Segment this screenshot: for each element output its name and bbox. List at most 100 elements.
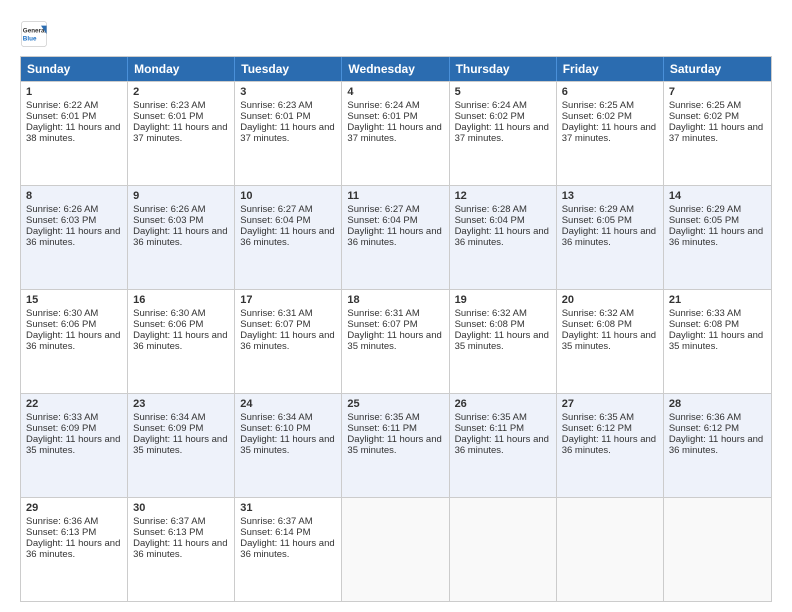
day-number: 17 (240, 294, 336, 306)
day-number: 25 (347, 398, 443, 410)
sunrise-text: Sunrise: 6:35 AM (455, 412, 527, 423)
calendar-cell: 12Sunrise: 6:28 AMSunset: 6:04 PMDayligh… (450, 186, 557, 289)
sunset-text: Sunset: 6:08 PM (669, 319, 739, 330)
sunset-text: Sunset: 6:01 PM (26, 111, 96, 122)
calendar-row: 29Sunrise: 6:36 AMSunset: 6:13 PMDayligh… (21, 497, 771, 601)
calendar-cell: 29Sunrise: 6:36 AMSunset: 6:13 PMDayligh… (21, 498, 128, 601)
day-number: 8 (26, 190, 122, 202)
svg-text:General: General (23, 28, 47, 35)
logo-icon: General Blue (20, 20, 48, 48)
daylight-text: Daylight: 11 hours and 37 minutes. (240, 122, 334, 144)
day-number: 24 (240, 398, 336, 410)
sunrise-text: Sunrise: 6:27 AM (347, 204, 419, 215)
sunset-text: Sunset: 6:02 PM (455, 111, 525, 122)
calendar-cell: 24Sunrise: 6:34 AMSunset: 6:10 PMDayligh… (235, 394, 342, 497)
sunset-text: Sunset: 6:14 PM (240, 527, 310, 538)
sunset-text: Sunset: 6:02 PM (562, 111, 632, 122)
sunset-text: Sunset: 6:09 PM (133, 423, 203, 434)
sunset-text: Sunset: 6:01 PM (347, 111, 417, 122)
sunset-text: Sunset: 6:08 PM (562, 319, 632, 330)
sunset-text: Sunset: 6:06 PM (133, 319, 203, 330)
sunrise-text: Sunrise: 6:31 AM (347, 308, 419, 319)
sunset-text: Sunset: 6:03 PM (133, 215, 203, 226)
day-number: 9 (133, 190, 229, 202)
calendar-cell: 31Sunrise: 6:37 AMSunset: 6:14 PMDayligh… (235, 498, 342, 601)
daylight-text: Daylight: 11 hours and 36 minutes. (455, 226, 549, 248)
sunrise-text: Sunrise: 6:22 AM (26, 100, 98, 111)
sunrise-text: Sunrise: 6:26 AM (26, 204, 98, 215)
daylight-text: Daylight: 11 hours and 36 minutes. (26, 226, 120, 248)
day-number: 5 (455, 86, 551, 98)
sunset-text: Sunset: 6:05 PM (562, 215, 632, 226)
calendar-cell: 25Sunrise: 6:35 AMSunset: 6:11 PMDayligh… (342, 394, 449, 497)
sunrise-text: Sunrise: 6:28 AM (455, 204, 527, 215)
day-number: 13 (562, 190, 658, 202)
calendar-cell: 18Sunrise: 6:31 AMSunset: 6:07 PMDayligh… (342, 290, 449, 393)
day-number: 23 (133, 398, 229, 410)
calendar-cell: 7Sunrise: 6:25 AMSunset: 6:02 PMDaylight… (664, 82, 771, 185)
sunrise-text: Sunrise: 6:35 AM (347, 412, 419, 423)
calendar-cell: 9Sunrise: 6:26 AMSunset: 6:03 PMDaylight… (128, 186, 235, 289)
day-number: 18 (347, 294, 443, 306)
calendar-row: 15Sunrise: 6:30 AMSunset: 6:06 PMDayligh… (21, 289, 771, 393)
header-monday: Monday (128, 57, 235, 81)
daylight-text: Daylight: 11 hours and 36 minutes. (133, 330, 227, 352)
day-number: 27 (562, 398, 658, 410)
sunrise-text: Sunrise: 6:35 AM (562, 412, 634, 423)
daylight-text: Daylight: 11 hours and 36 minutes. (133, 538, 227, 560)
sunrise-text: Sunrise: 6:26 AM (133, 204, 205, 215)
daylight-text: Daylight: 11 hours and 36 minutes. (26, 538, 120, 560)
header-sunday: Sunday (21, 57, 128, 81)
calendar-cell (450, 498, 557, 601)
header-friday: Friday (557, 57, 664, 81)
calendar-cell: 6Sunrise: 6:25 AMSunset: 6:02 PMDaylight… (557, 82, 664, 185)
sunrise-text: Sunrise: 6:24 AM (455, 100, 527, 111)
sunset-text: Sunset: 6:04 PM (347, 215, 417, 226)
sunrise-text: Sunrise: 6:32 AM (455, 308, 527, 319)
sunrise-text: Sunrise: 6:30 AM (26, 308, 98, 319)
day-number: 21 (669, 294, 766, 306)
daylight-text: Daylight: 11 hours and 38 minutes. (26, 122, 120, 144)
sunrise-text: Sunrise: 6:37 AM (133, 516, 205, 527)
daylight-text: Daylight: 11 hours and 37 minutes. (455, 122, 549, 144)
calendar-cell: 21Sunrise: 6:33 AMSunset: 6:08 PMDayligh… (664, 290, 771, 393)
calendar-cell (664, 498, 771, 601)
sunset-text: Sunset: 6:01 PM (240, 111, 310, 122)
calendar-cell: 30Sunrise: 6:37 AMSunset: 6:13 PMDayligh… (128, 498, 235, 601)
day-number: 16 (133, 294, 229, 306)
day-number: 7 (669, 86, 766, 98)
svg-text:Blue: Blue (23, 35, 37, 42)
day-number: 28 (669, 398, 766, 410)
calendar-row: 8Sunrise: 6:26 AMSunset: 6:03 PMDaylight… (21, 185, 771, 289)
sunset-text: Sunset: 6:13 PM (133, 527, 203, 538)
calendar-cell: 28Sunrise: 6:36 AMSunset: 6:12 PMDayligh… (664, 394, 771, 497)
calendar-cell: 17Sunrise: 6:31 AMSunset: 6:07 PMDayligh… (235, 290, 342, 393)
day-number: 29 (26, 502, 122, 514)
day-number: 20 (562, 294, 658, 306)
header-tuesday: Tuesday (235, 57, 342, 81)
sunset-text: Sunset: 6:12 PM (669, 423, 739, 434)
sunrise-text: Sunrise: 6:24 AM (347, 100, 419, 111)
daylight-text: Daylight: 11 hours and 37 minutes. (562, 122, 656, 144)
sunset-text: Sunset: 6:09 PM (26, 423, 96, 434)
sunset-text: Sunset: 6:08 PM (455, 319, 525, 330)
day-number: 31 (240, 502, 336, 514)
sunset-text: Sunset: 6:01 PM (133, 111, 203, 122)
calendar-cell: 1Sunrise: 6:22 AMSunset: 6:01 PMDaylight… (21, 82, 128, 185)
header-saturday: Saturday (664, 57, 771, 81)
daylight-text: Daylight: 11 hours and 37 minutes. (133, 122, 227, 144)
sunrise-text: Sunrise: 6:27 AM (240, 204, 312, 215)
day-number: 19 (455, 294, 551, 306)
daylight-text: Daylight: 11 hours and 35 minutes. (347, 330, 441, 352)
calendar-cell: 20Sunrise: 6:32 AMSunset: 6:08 PMDayligh… (557, 290, 664, 393)
daylight-text: Daylight: 11 hours and 35 minutes. (562, 330, 656, 352)
day-number: 22 (26, 398, 122, 410)
daylight-text: Daylight: 11 hours and 35 minutes. (26, 434, 120, 456)
daylight-text: Daylight: 11 hours and 36 minutes. (347, 226, 441, 248)
daylight-text: Daylight: 11 hours and 36 minutes. (240, 538, 334, 560)
calendar-cell: 27Sunrise: 6:35 AMSunset: 6:12 PMDayligh… (557, 394, 664, 497)
calendar-cell: 2Sunrise: 6:23 AMSunset: 6:01 PMDaylight… (128, 82, 235, 185)
day-number: 26 (455, 398, 551, 410)
daylight-text: Daylight: 11 hours and 36 minutes. (562, 226, 656, 248)
calendar-cell: 15Sunrise: 6:30 AMSunset: 6:06 PMDayligh… (21, 290, 128, 393)
